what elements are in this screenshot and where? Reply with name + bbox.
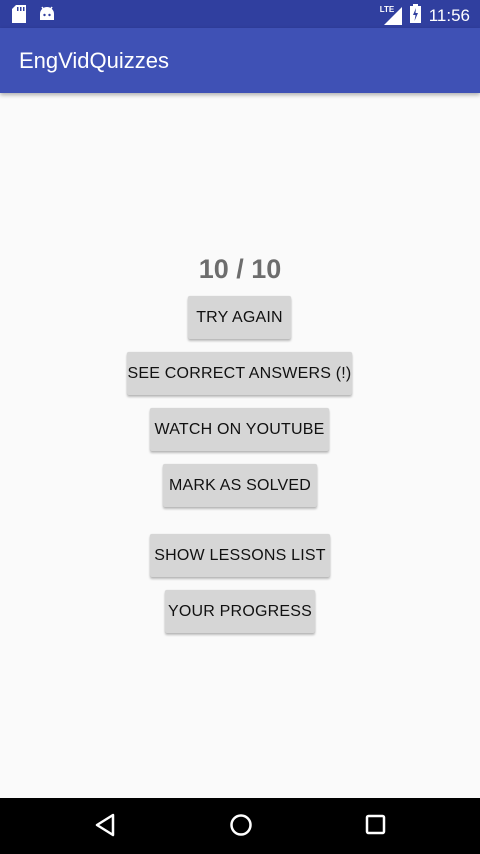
signal-icon: LTE: [380, 5, 402, 25]
home-icon[interactable]: [228, 812, 254, 843]
watch-on-youtube-button[interactable]: WATCH ON YOUTUBE: [150, 408, 329, 451]
navigation-bar: [0, 798, 480, 854]
status-bar: LTE 11:56: [0, 0, 480, 28]
try-again-button[interactable]: TRY AGAIN: [188, 296, 291, 339]
see-correct-answers-button[interactable]: SEE CORRECT ANSWERS (!): [127, 352, 352, 395]
mark-as-solved-button[interactable]: MARK AS SOLVED: [163, 464, 317, 507]
app-bar: EngVidQuizzes: [0, 28, 480, 93]
android-icon: [38, 6, 56, 27]
recents-icon[interactable]: [364, 812, 388, 843]
battery-charging-icon: [409, 4, 421, 28]
sd-card-icon: [12, 5, 26, 28]
show-lessons-list-button[interactable]: SHOW LESSONS LIST: [150, 534, 330, 577]
your-progress-button[interactable]: YOUR PROGRESS: [165, 590, 315, 633]
score-text: 10 / 10: [198, 254, 282, 284]
app-title: EngVidQuizzes: [19, 48, 170, 73]
status-time: 11:56: [428, 6, 470, 25]
back-icon[interactable]: [93, 812, 117, 843]
